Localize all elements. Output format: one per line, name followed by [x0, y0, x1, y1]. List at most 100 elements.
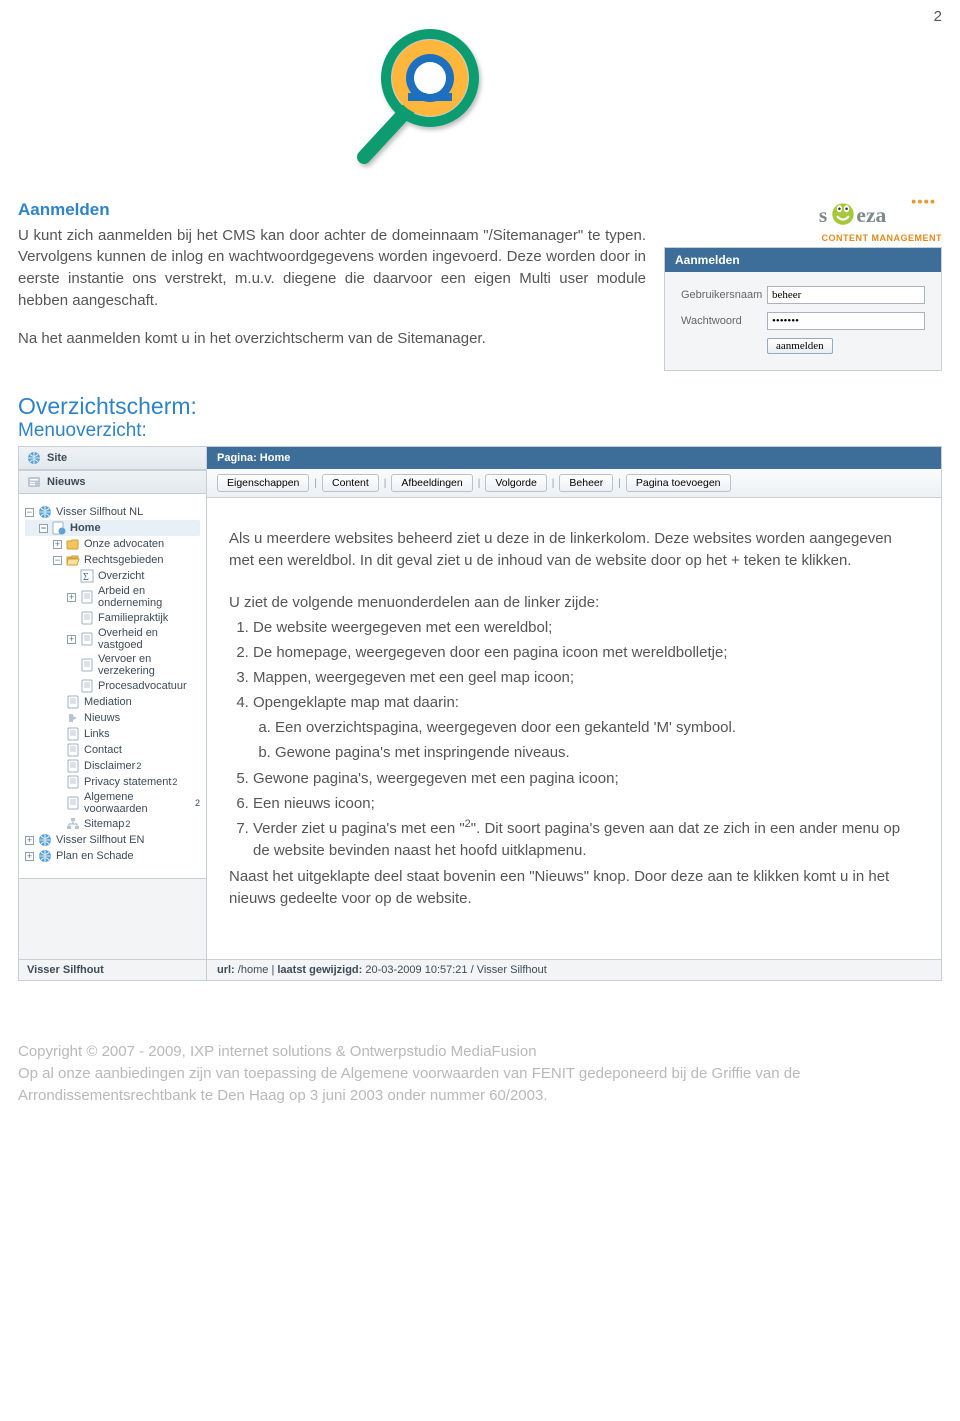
app-panel: Site Nieuws −Visser Silfhout NL−Home+Onz…: [18, 446, 942, 981]
magnifier-icon: [338, 23, 538, 178]
tab-separator: |: [552, 478, 555, 489]
tree-item-label: Sitemap: [84, 818, 124, 830]
tree-item[interactable]: Σ Overzicht: [25, 568, 200, 584]
news-icon: [27, 475, 41, 489]
tree-item-label: Mediation: [84, 696, 132, 708]
tree-item[interactable]: Links: [25, 726, 200, 742]
sidebar-header-site[interactable]: Site: [19, 447, 206, 470]
intro-paragraph-1: U kunt zich aanmelden bij het CMS kan do…: [18, 225, 646, 312]
tree-item-label: Privacy statement: [84, 776, 171, 788]
tree-item-label: Familiepraktijk: [98, 612, 168, 624]
tree-item[interactable]: + Arbeid en onderneming: [25, 584, 200, 610]
aanmelden-heading: Aanmelden: [18, 198, 646, 223]
tree-item-label: Nieuws: [84, 712, 120, 724]
brand-logo: s eza CONTENT MANAGEMENT: [664, 198, 942, 243]
password-input[interactable]: [767, 312, 925, 330]
tree-item[interactable]: Familiepraktijk: [25, 610, 200, 626]
tree-item-label: Contact: [84, 744, 122, 756]
tree-item[interactable]: + Plan en Schade: [25, 848, 200, 864]
tab-separator: |: [384, 478, 387, 489]
tab-eigenschappen[interactable]: Eigenschappen: [217, 474, 309, 492]
tree-item[interactable]: Nieuws: [25, 710, 200, 726]
list-item-7: Verder ziet u pagina's met een "2". Dit …: [253, 817, 919, 862]
tree-item-label: Algemene voorwaarden: [84, 791, 194, 815]
tree-item[interactable]: Disclaimer2: [25, 758, 200, 774]
tree-item[interactable]: Sitemap2: [25, 816, 200, 832]
tree-toggle-icon[interactable]: +: [25, 836, 34, 845]
tab-beheer[interactable]: Beheer: [559, 474, 613, 492]
tree-item-label: Procesadvocatuur: [98, 680, 187, 692]
sidebar-header-news[interactable]: Nieuws: [19, 470, 206, 494]
username-label: Gebruikersnaam: [681, 289, 767, 301]
svg-text:Σ: Σ: [83, 572, 89, 583]
tree-toggle-icon[interactable]: −: [25, 508, 34, 517]
tree-item[interactable]: Vervoer en verzekering: [25, 652, 200, 678]
tree-item-label: Plan en Schade: [56, 850, 134, 862]
sidebar-header-site-label: Site: [47, 452, 67, 464]
list-item-4b: Gewone pagina's met inspringende niveaus…: [275, 742, 919, 764]
list-item-2: De homepage, weergegeven door een pagina…: [253, 642, 919, 664]
tree-item-label: Disclaimer: [84, 760, 135, 772]
tree-item[interactable]: Privacy statement2: [25, 774, 200, 790]
tree-item[interactable]: Procesadvocatuur: [25, 678, 200, 694]
tree-item-label: Visser Silfhout EN: [56, 834, 144, 846]
tree-toggle-icon[interactable]: +: [53, 540, 62, 549]
footer-status: url: /home | laatst gewijzigd: 20-03-200…: [207, 960, 941, 980]
tab-afbeeldingen[interactable]: Afbeeldingen: [391, 474, 472, 492]
menuoverzicht-heading: Menuoverzicht:: [18, 420, 942, 442]
tree-item[interactable]: Mediation: [25, 694, 200, 710]
site-tree: −Visser Silfhout NL−Home+Onze advocaten−…: [19, 494, 206, 879]
password-label: Wachtwoord: [681, 315, 767, 327]
svg-text:eza: eza: [856, 203, 886, 227]
tree-item-label: Overheid en vastgoed: [98, 627, 200, 651]
body-paragraph-1: Als u meerdere websites beheerd ziet u d…: [229, 528, 919, 572]
copyright-line-1: Copyright © 2007 - 2009, IXP internet so…: [18, 1041, 942, 1063]
tree-item-label: Rechtsgebieden: [84, 554, 164, 566]
tree-item[interactable]: + Visser Silfhout EN: [25, 832, 200, 848]
tree-item[interactable]: + Onze advocaten: [25, 536, 200, 552]
footer-breadcrumb: Visser Silfhout: [19, 960, 207, 980]
username-input[interactable]: [767, 286, 925, 304]
list-item-5: Gewone pagina's, weergegeven met een pag…: [253, 768, 919, 790]
tree-item[interactable]: − Home: [25, 520, 200, 536]
tree-item-label: Onze advocaten: [84, 538, 164, 550]
brand-subtitle: CONTENT MANAGEMENT: [664, 233, 942, 243]
main-content: Als u meerdere websites beheerd ziet u d…: [207, 498, 941, 959]
list-item-3: Mappen, weergegeven met een geel map ico…: [253, 667, 919, 689]
list-item-4a: Een overzichtspagina, weergegeven door e…: [275, 717, 919, 739]
tree-toggle-icon[interactable]: +: [67, 593, 76, 602]
copyright-line-2: Op al onze aanbiedingen zijn van toepass…: [18, 1063, 942, 1107]
tree-item[interactable]: Contact: [25, 742, 200, 758]
tree-item-label: Arbeid en onderneming: [98, 585, 200, 609]
login-button[interactable]: aanmelden: [767, 338, 833, 354]
tree-item[interactable]: + Overheid en vastgoed: [25, 626, 200, 652]
tab-volgorde[interactable]: Volgorde: [485, 474, 546, 492]
tree-item-label: Home: [70, 522, 101, 534]
body-paragraph-2: Naast het uitgeklapte deel staat bovenin…: [229, 866, 919, 910]
tab-separator: |: [478, 478, 481, 489]
tree-item-label: Vervoer en verzekering: [98, 653, 200, 677]
intro-paragraph-2: Na het aanmelden komt u in het overzicht…: [18, 328, 646, 350]
tree-item[interactable]: − Rechtsgebieden: [25, 552, 200, 568]
list-item-4: Opengeklapte map mat daarin:: [253, 692, 919, 714]
tree-item-label: Visser Silfhout NL: [56, 506, 143, 518]
list-item-6: Een nieuws icoon;: [253, 793, 919, 815]
tree-toggle-icon[interactable]: −: [39, 524, 48, 533]
tree-toggle-icon[interactable]: +: [67, 635, 76, 644]
tab-separator: |: [618, 478, 621, 489]
globe-icon: [27, 451, 41, 465]
tree-item[interactable]: Algemene voorwaarden2: [25, 790, 200, 816]
tree-item-label: Links: [84, 728, 110, 740]
list-item-1: De website weergegeven met een wereldbol…: [253, 617, 919, 639]
tab-pagina-toevoegen[interactable]: Pagina toevoegen: [626, 474, 731, 492]
tree-item-label: Overzicht: [98, 570, 144, 582]
page-title-bar: Pagina: Home: [207, 447, 941, 469]
tab-content[interactable]: Content: [322, 474, 379, 492]
tree-toggle-icon[interactable]: −: [53, 556, 62, 565]
tab-separator: |: [314, 478, 317, 489]
page-number: 2: [934, 8, 942, 25]
tab-bar: Eigenschappen | Content | Afbeeldingen |…: [207, 469, 941, 498]
tree-toggle-icon[interactable]: +: [25, 852, 34, 861]
tree-item[interactable]: − Visser Silfhout NL: [25, 504, 200, 520]
login-header: Aanmelden: [665, 248, 941, 272]
